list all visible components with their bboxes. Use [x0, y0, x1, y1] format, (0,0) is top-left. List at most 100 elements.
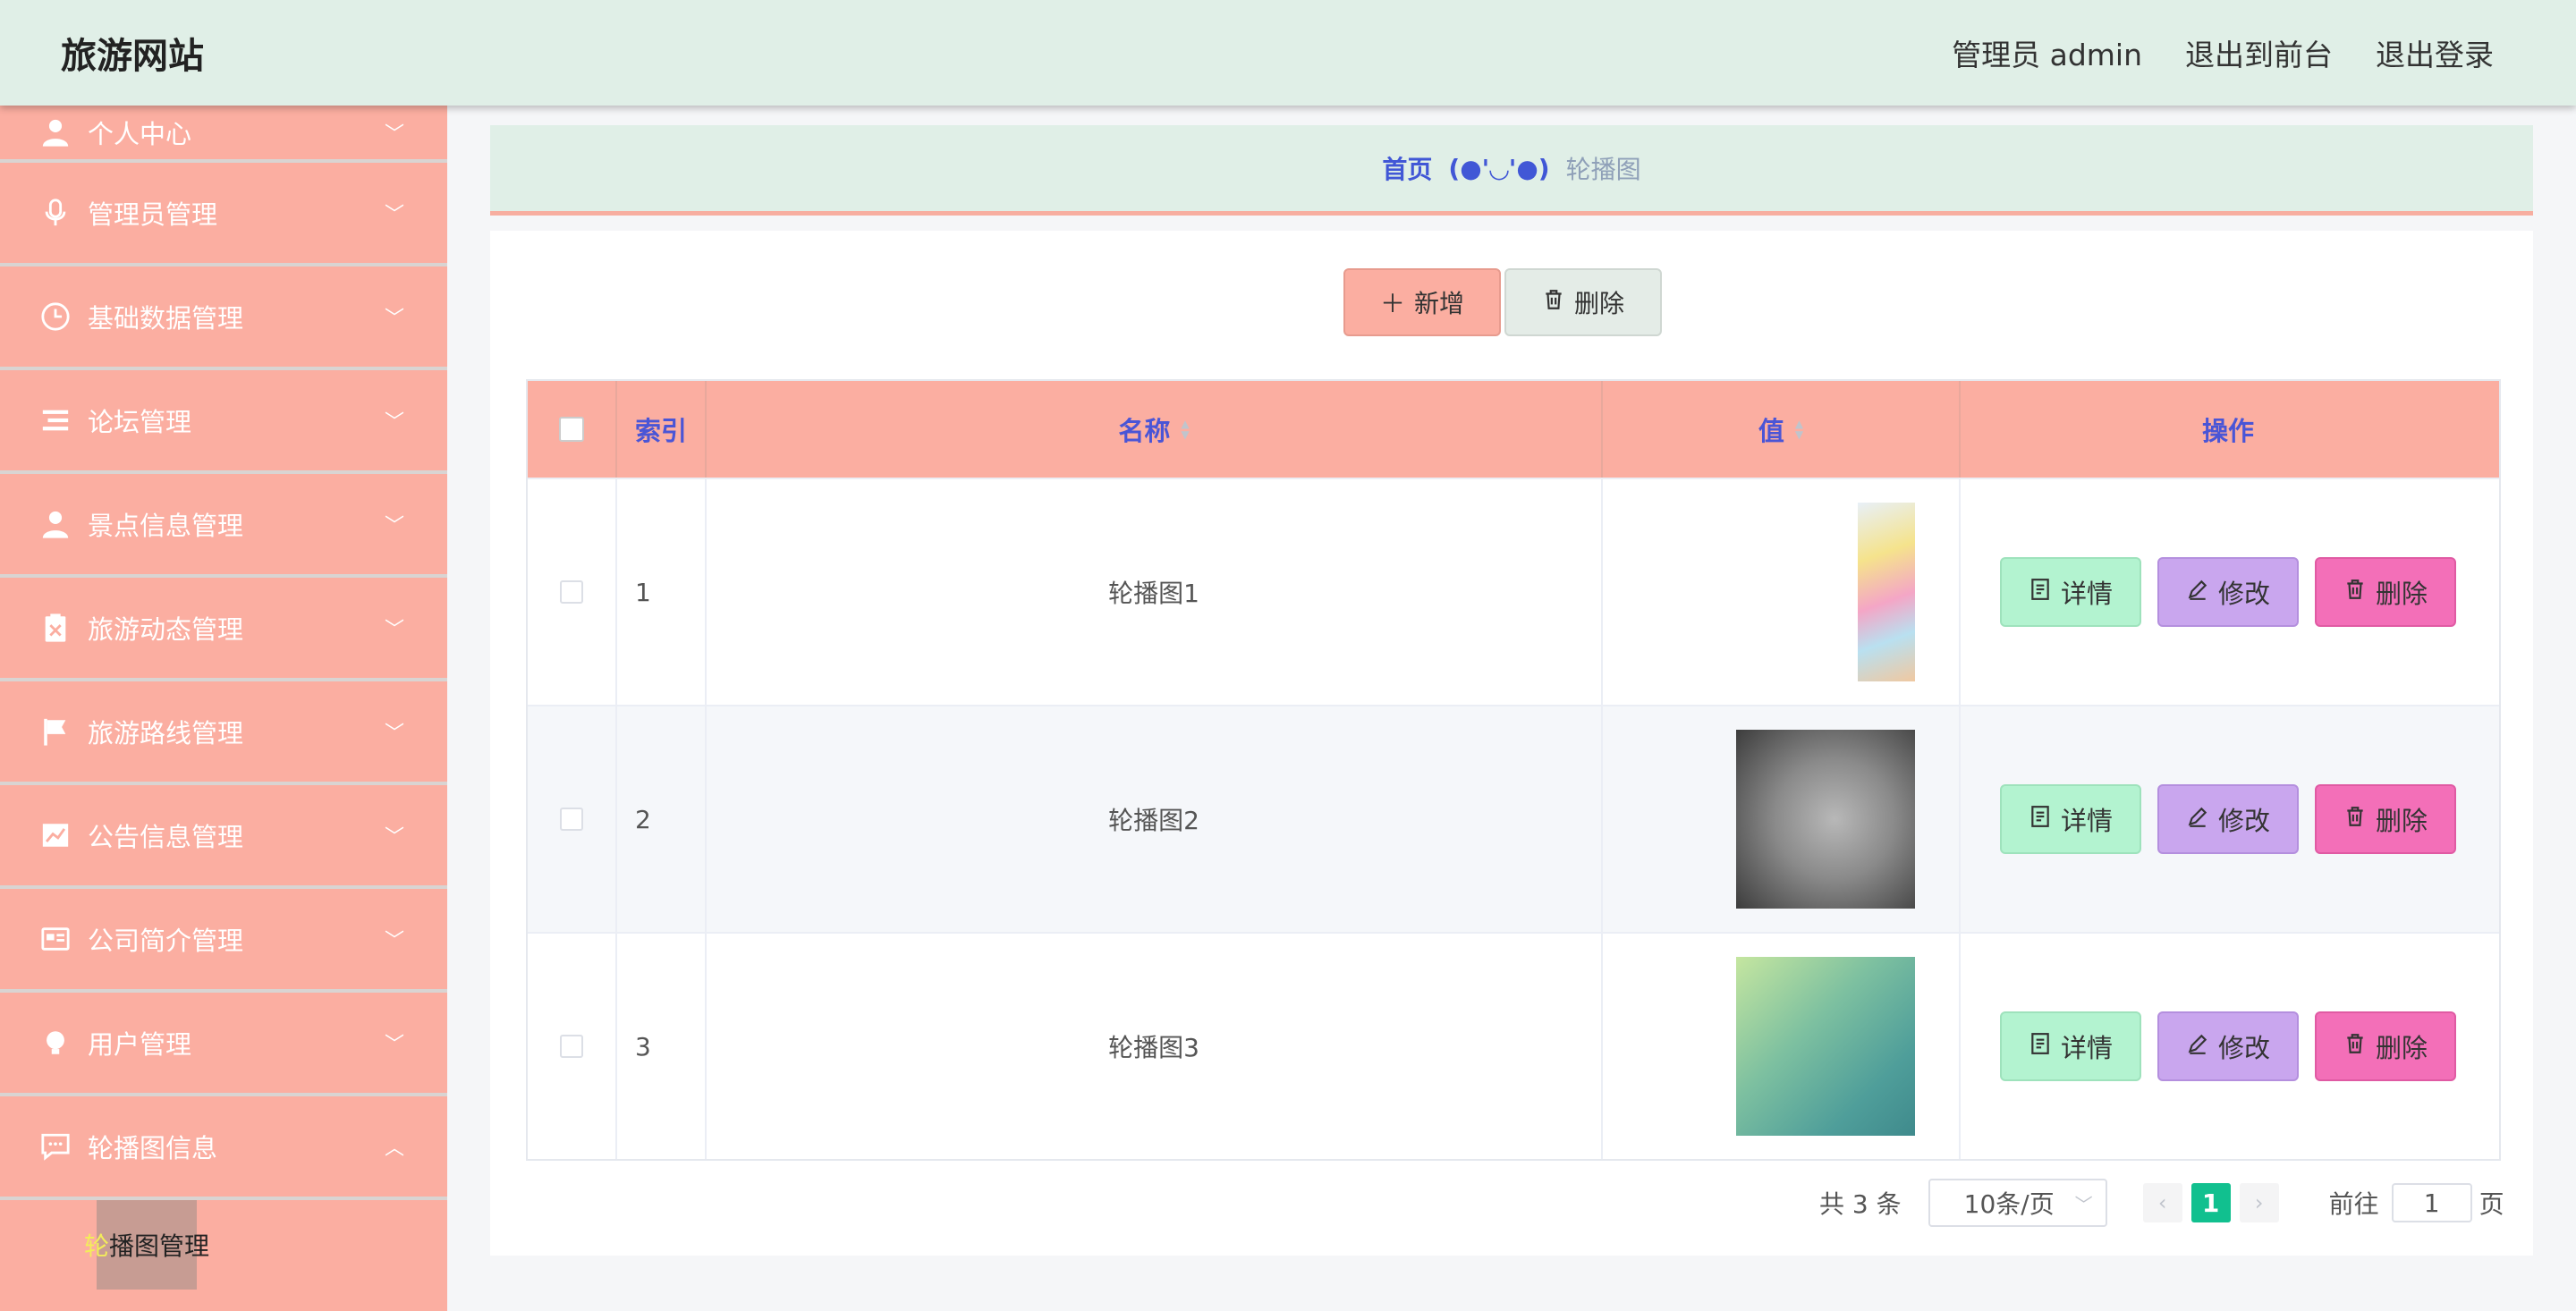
sidebar-item-label: 旅游动态管理 — [88, 614, 244, 645]
table-header: 索引 名称 ▲ ▼ 值 ▲ ▼ 操作 — [528, 381, 2499, 478]
microphone-icon — [39, 197, 72, 229]
carousel-thumbnail — [1858, 503, 1915, 681]
logout-link[interactable]: 退出登录 — [2376, 31, 2494, 74]
sidebar-item-label: 旅游路线管理 — [88, 718, 244, 749]
submenu-item-carousel-manage[interactable]: 轮播图管理 — [84, 1200, 209, 1290]
sidebar-item-admin[interactable]: 管理员管理 ﹀ — [0, 163, 447, 266]
edit-button[interactable]: 修改 — [2157, 557, 2299, 627]
sidebar-item-label: 公司简介管理 — [88, 926, 244, 956]
detail-button[interactable]: 详情 — [2000, 784, 2141, 854]
add-button-label: 新增 — [1414, 289, 1465, 318]
chevron-down-icon: ﹀ — [384, 826, 404, 849]
chevron-down-icon: ﹀ — [384, 515, 404, 537]
edit-label: 修改 — [2217, 579, 2270, 609]
header-links: 管理员 admin 退出到前台 退出登录 — [1952, 31, 2494, 74]
header-actions: 操作 — [2201, 416, 2254, 446]
header-select-cell — [528, 381, 617, 478]
sidebar-item-carousel-info[interactable]: 轮播图信息 ︿ — [0, 1096, 447, 1200]
user-icon — [39, 508, 72, 540]
delete-label: 删除 — [2375, 806, 2428, 836]
goto-suffix: 页 — [2479, 1189, 2504, 1219]
detail-button[interactable]: 详情 — [2000, 557, 2141, 627]
breadcrumb-home[interactable]: 首页 — [1382, 150, 1432, 186]
row-value-cell — [1603, 706, 1961, 932]
chevron-up-icon: ︿ — [384, 1138, 404, 1160]
chevron-down-icon: ﹀ — [384, 1034, 404, 1056]
sidebar-item-forum[interactable]: 论坛管理 ﹀ — [0, 370, 447, 474]
sidebar-item-scenic-spots[interactable]: 景点信息管理 ﹀ — [0, 474, 447, 578]
prev-page-button[interactable]: ‹ — [2142, 1183, 2182, 1222]
carousel-submenu: 轮播图管理 — [0, 1200, 447, 1300]
sidebar-item-users[interactable]: 用户管理 ﹀ — [0, 993, 447, 1096]
top-header: 旅游网站 管理员 admin 退出到前台 退出登录 — [0, 0, 2576, 106]
submenu-label: 播图管理 — [109, 1231, 210, 1261]
delete-button[interactable]: 删除 — [2315, 1011, 2456, 1081]
carousel-thumbnail — [1736, 957, 1915, 1136]
edit-button[interactable]: 修改 — [2157, 784, 2299, 854]
row-checkbox[interactable] — [560, 1035, 583, 1058]
row-name: 轮播图3 — [707, 934, 1603, 1159]
add-button[interactable]: ＋ 新增 — [1343, 268, 1501, 336]
sidebar-item-label: 公告信息管理 — [88, 822, 244, 852]
carousel-table: 索引 名称 ▲ ▼ 值 ▲ ▼ 操作 1 轮播图1 详情 修改 删除 2 轮播图2 详情 — [526, 379, 2501, 1161]
breadcrumb-current: 轮播图 — [1565, 155, 1641, 184]
edit-button[interactable]: 修改 — [2157, 1011, 2299, 1081]
sidebar: 个人中心 ﹀ 管理员管理 ﹀ 基础数据管理 ﹀ 论坛管理 ﹀ 景点信息管理 ﹀ … — [0, 106, 447, 1311]
chevron-down-icon: ﹀ — [384, 204, 404, 226]
sidebar-item-announcements[interactable]: 公告信息管理 ﹀ — [0, 785, 447, 889]
sidebar-item-travel-news[interactable]: 旅游动态管理 ﹀ — [0, 578, 447, 681]
sidebar-item-label: 个人中心 — [88, 119, 192, 149]
next-page-button[interactable]: › — [2239, 1183, 2279, 1222]
admin-label: 管理员 admin — [1952, 38, 2142, 72]
trash-icon — [2343, 577, 2367, 607]
sort-icon[interactable]: ▲ ▼ — [1795, 419, 1803, 440]
sidebar-item-personal-center[interactable]: 个人中心 ﹀ — [0, 106, 447, 163]
breadcrumb-separator: (●'◡'●) — [1448, 153, 1550, 183]
trash-icon — [2343, 1031, 2367, 1061]
submenu-highlight-char: 轮 — [83, 1231, 109, 1261]
clock-icon — [39, 300, 72, 333]
row-value-cell — [1603, 479, 1961, 705]
edit-icon — [2186, 1031, 2209, 1061]
row-name: 轮播图1 — [707, 479, 1603, 705]
select-all-checkbox[interactable] — [559, 417, 584, 442]
document-icon — [2029, 577, 2052, 607]
delete-button[interactable]: 删除 — [2315, 784, 2456, 854]
header-value[interactable]: 值 ▲ ▼ — [1603, 381, 1961, 478]
goto-page-input[interactable]: 1 — [2391, 1183, 2472, 1222]
exit-to-front-link[interactable]: 退出到前台 — [2185, 31, 2333, 74]
row-checkbox[interactable] — [560, 580, 583, 604]
sidebar-item-label: 用户管理 — [88, 1029, 192, 1060]
header-name-label: 名称 — [1118, 416, 1171, 446]
header-index: 索引 — [617, 381, 707, 478]
delete-button[interactable]: 删除 — [2315, 557, 2456, 627]
page-number-current[interactable]: 1 — [2190, 1183, 2231, 1222]
document-icon — [2029, 804, 2052, 834]
sidebar-item-company-intro[interactable]: 公司简介管理 ﹀ — [0, 889, 447, 993]
sidebar-item-travel-routes[interactable]: 旅游路线管理 ﹀ — [0, 681, 447, 785]
row-actions: 详情 修改 删除 — [1961, 934, 2496, 1159]
bulb-icon — [39, 1027, 72, 1059]
edit-icon — [2186, 804, 2209, 834]
toolbar: ＋ 新增 删除 — [1343, 268, 1662, 336]
page-size-select[interactable]: 10条/页 ﹀ — [1928, 1179, 2107, 1227]
sidebar-item-label: 管理员管理 — [88, 199, 218, 230]
row-checkbox[interactable] — [560, 808, 583, 831]
pagination-total: 共 3 条 — [1819, 1189, 1902, 1219]
batch-delete-button[interactable]: 删除 — [1504, 268, 1662, 336]
detail-label: 详情 — [2060, 806, 2113, 836]
detail-button[interactable]: 详情 — [2000, 1011, 2141, 1081]
row-value-cell — [1603, 934, 1961, 1159]
sort-icon[interactable]: ▲ ▼ — [1181, 419, 1189, 440]
trash-icon — [2343, 804, 2367, 834]
row-select-cell — [528, 479, 617, 705]
trash-icon — [1542, 288, 1565, 317]
document-icon — [2029, 1031, 2052, 1061]
chevron-down-icon: ﹀ — [2074, 1193, 2093, 1215]
card-icon — [39, 923, 72, 955]
row-index: 2 — [617, 706, 707, 932]
row-index: 1 — [617, 479, 707, 705]
chevron-left-icon: ‹ — [2157, 1190, 2167, 1215]
sidebar-item-base-data[interactable]: 基础数据管理 ﹀ — [0, 266, 447, 370]
header-name[interactable]: 名称 ▲ ▼ — [707, 381, 1603, 478]
